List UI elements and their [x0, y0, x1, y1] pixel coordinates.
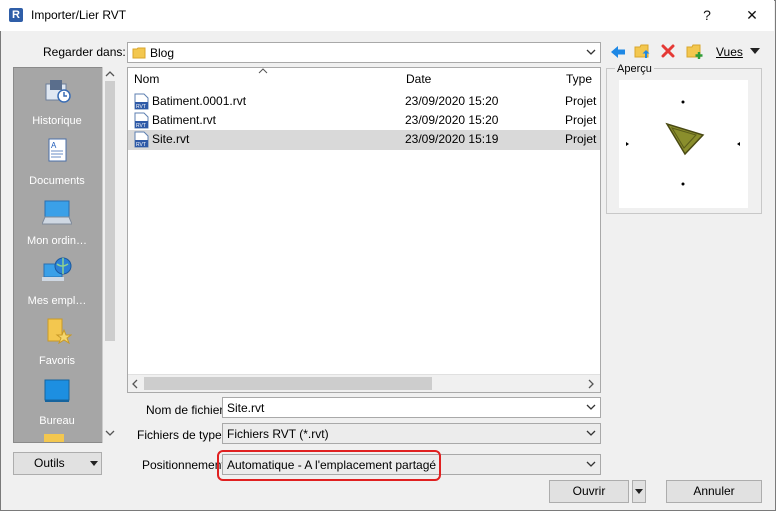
table-row-selected[interactable]: RVT Site.rvt 23/09/2020 15:19 Projet [128, 130, 600, 150]
svg-text:A: A [51, 141, 57, 150]
filename-label: Nom de fichier: [146, 403, 227, 417]
chevron-down-icon [586, 430, 596, 436]
open-button[interactable]: Ouvrir [549, 480, 629, 503]
file-name: Batiment.0001.rvt [152, 94, 247, 108]
help-button[interactable]: ? [684, 0, 730, 31]
look-in-label: Regarder dans: [43, 45, 126, 59]
column-header-date[interactable]: Date [400, 68, 567, 90]
svg-text:RVT: RVT [136, 104, 146, 110]
tools-label: Outils [34, 456, 65, 470]
place-label: Documents [29, 175, 85, 187]
scroll-right-icon[interactable] [587, 379, 595, 389]
window-title: Importer/Lier RVT [31, 8, 127, 22]
column-header-label: Nom [134, 72, 160, 86]
place-desktop[interactable]: Bureau [14, 372, 104, 432]
views-dropdown-icon[interactable] [750, 48, 760, 55]
up-folder-icon[interactable] [634, 42, 652, 60]
file-date: 23/09/2020 15:19 [405, 132, 499, 146]
filetype-combo[interactable]: Fichiers RVT (*.rvt) [222, 423, 601, 444]
scroll-up-icon[interactable] [105, 70, 115, 78]
tools-dropdown-icon [90, 461, 98, 466]
chevron-down-icon [586, 49, 596, 55]
places-scrollbar[interactable] [102, 67, 117, 443]
look-in-combo[interactable]: Blog [127, 42, 601, 63]
close-button[interactable]: ✕ [729, 0, 775, 31]
filename-value: Site.rvt [227, 401, 265, 415]
history-icon [45, 80, 71, 103]
rvt-file-icon: RVT [134, 131, 149, 148]
preview-label: Aperçu [615, 63, 654, 75]
file-name: Site.rvt [152, 132, 190, 146]
open-label: Ouvrir [572, 484, 606, 498]
place-computer[interactable]: Mon ordin… [14, 192, 104, 252]
place-label: Mes empl… [27, 295, 87, 307]
file-date: 23/09/2020 15:20 [405, 94, 499, 108]
network-icon [42, 257, 72, 281]
place-network[interactable]: Mes empl… [14, 252, 104, 312]
filename-combo[interactable]: Site.rvt [222, 397, 601, 418]
cancel-label: Annuler [693, 484, 735, 498]
look-in-value: Blog [150, 46, 175, 60]
tools-button[interactable]: Outils [13, 452, 102, 475]
favorites-icon [47, 318, 72, 345]
column-header-label: Type [566, 72, 593, 86]
computer-icon [42, 200, 72, 225]
documents-icon: A [48, 138, 67, 162]
place-label: Historique [32, 115, 82, 127]
positioning-label: Positionnement: [142, 458, 229, 472]
file-name: Batiment.rvt [152, 113, 217, 127]
back-arrow-icon[interactable] [609, 44, 627, 60]
place-documents[interactable]: A Documents [14, 132, 104, 192]
table-row[interactable]: RVT Batiment.rvt 23/09/2020 15:20 Projet [128, 111, 600, 131]
positioning-highlight-annotation [217, 450, 441, 481]
desktop-icon [44, 379, 70, 402]
preview-image [619, 80, 748, 208]
file-type: Projet [565, 94, 597, 108]
table-row[interactable]: RVT Batiment.0001.rvt 23/09/2020 15:20 P… [128, 92, 600, 112]
file-type: Projet [565, 113, 597, 127]
folder-icon [132, 47, 146, 59]
column-header-name[interactable]: Nom [128, 68, 407, 90]
file-type: Projet [565, 132, 597, 146]
place-history[interactable]: Historique [14, 72, 104, 132]
hscrollbar-thumb[interactable] [144, 377, 432, 390]
delete-icon[interactable] [661, 44, 675, 58]
revit-app-icon: R [9, 8, 23, 22]
svg-text:RVT: RVT [136, 142, 146, 148]
filetype-label: Fichiers de type: [137, 428, 226, 442]
place-label: Mon ordin… [27, 235, 87, 247]
column-header-type[interactable]: Type [560, 68, 600, 90]
chevron-down-icon [586, 461, 596, 467]
svg-text:RVT: RVT [136, 123, 146, 129]
file-date: 23/09/2020 15:20 [405, 113, 499, 127]
rvt-file-icon: RVT [134, 112, 149, 129]
place-label: Bureau [39, 415, 75, 427]
scroll-left-icon[interactable] [131, 379, 139, 389]
place-partial-icon [44, 434, 64, 442]
new-folder-icon[interactable] [686, 42, 704, 60]
chevron-down-icon [586, 404, 596, 410]
cancel-button[interactable]: Annuler [666, 480, 762, 503]
sort-ascending-icon [258, 68, 268, 74]
scroll-down-icon[interactable] [105, 429, 115, 437]
views-menu-button[interactable]: Vues [716, 45, 743, 59]
open-dropdown-icon [635, 489, 643, 494]
site-thumbnail-icon [626, 100, 740, 186]
open-dropdown-button[interactable] [632, 480, 646, 503]
filetype-value: Fichiers RVT (*.rvt) [227, 427, 329, 441]
scrollbar-thumb[interactable] [105, 81, 115, 341]
file-list[interactable]: Nom Date Type RVT Batiment.0001.rvt 23/0… [127, 67, 601, 393]
file-list-hscrollbar[interactable] [128, 374, 600, 392]
column-header-label: Date [406, 72, 432, 86]
rvt-file-icon: RVT [134, 93, 149, 110]
place-favorites[interactable]: Favoris [14, 312, 104, 372]
place-label: Favoris [38, 355, 76, 367]
